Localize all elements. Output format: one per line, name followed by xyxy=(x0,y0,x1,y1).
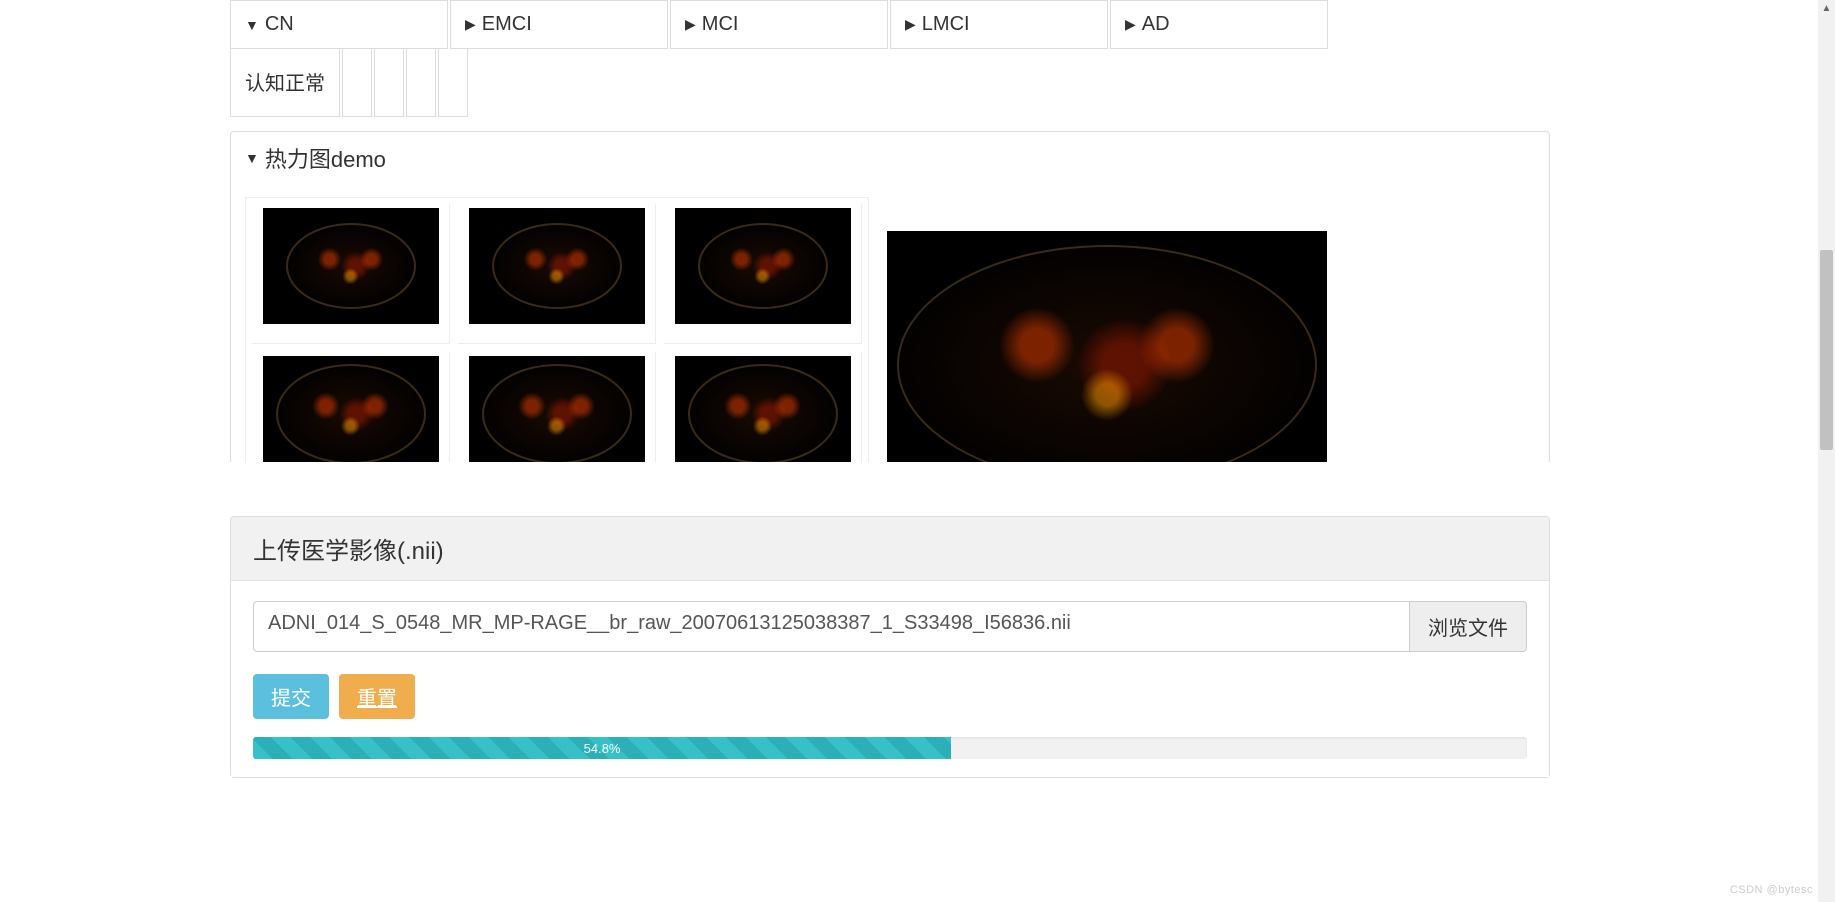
tab-body-emci xyxy=(342,49,372,117)
tab-cn[interactable]: ▼ CN xyxy=(230,0,448,49)
tab-emci[interactable]: ▶ EMCI xyxy=(450,0,668,49)
chevron-right-icon: ▶ xyxy=(1125,16,1136,33)
chevron-right-icon: ▶ xyxy=(685,16,696,33)
heatmap-thumb[interactable] xyxy=(664,352,862,462)
category-tab-bodies: 认知正常 xyxy=(230,49,1550,117)
tab-label: EMCI xyxy=(482,13,532,36)
upload-panel-title: 上传医学影像(.nii) xyxy=(231,517,1549,581)
category-tabs: ▼ CN ▶ EMCI ▶ MCI ▶ LMCI ▶ AD xyxy=(230,0,1550,49)
watermark: CSDN @bytesc xyxy=(1730,884,1813,896)
browse-button[interactable]: 浏览文件 xyxy=(1409,601,1527,652)
heatmap-thumb[interactable] xyxy=(458,204,656,344)
chevron-down-icon: ▼ xyxy=(245,150,259,166)
upload-progress-bar: 54.8% xyxy=(253,737,951,759)
heatmap-thumbnails xyxy=(245,197,869,462)
heatmap-title: 热力图demo xyxy=(265,142,386,174)
tab-body-cn: 认知正常 xyxy=(230,49,340,117)
heatmap-panel: ▼ 热力图demo xyxy=(230,131,1550,462)
tab-mci[interactable]: ▶ MCI xyxy=(670,0,888,49)
heatmap-thumb[interactable] xyxy=(252,204,450,344)
heatmap-thumb[interactable] xyxy=(252,352,450,462)
upload-progress: 54.8% xyxy=(253,737,1527,759)
heatmap-large-preview[interactable] xyxy=(887,231,1327,462)
tab-lmci[interactable]: ▶ LMCI xyxy=(890,0,1108,49)
tab-label: AD xyxy=(1142,13,1170,36)
chevron-right-icon: ▶ xyxy=(905,16,916,33)
tab-ad[interactable]: ▶ AD xyxy=(1110,0,1328,49)
upload-panel: 上传医学影像(.nii) ADNI_014_S_0548_MR_MP-RAGE_… xyxy=(230,516,1550,778)
file-chooser: ADNI_014_S_0548_MR_MP-RAGE__br_raw_20070… xyxy=(253,601,1527,652)
file-input[interactable]: ADNI_014_S_0548_MR_MP-RAGE__br_raw_20070… xyxy=(253,601,1409,652)
scroll-thumb[interactable] xyxy=(1820,250,1833,450)
reset-button[interactable]: 重置 xyxy=(339,674,415,719)
tab-label: LMCI xyxy=(922,13,970,36)
tab-label: MCI xyxy=(702,13,739,36)
tab-body-lmci xyxy=(406,49,436,117)
tab-body-mci xyxy=(374,49,404,117)
heatmap-panel-header[interactable]: ▼ 热力图demo xyxy=(231,132,1549,185)
vertical-scrollbar[interactable]: ▲ xyxy=(1818,0,1835,902)
scroll-up-icon[interactable]: ▲ xyxy=(1818,0,1835,17)
chevron-right-icon: ▶ xyxy=(465,16,476,33)
tab-body-ad xyxy=(438,49,468,117)
chevron-down-icon: ▼ xyxy=(245,17,259,33)
heatmap-thumb[interactable] xyxy=(664,204,862,344)
submit-button[interactable]: 提交 xyxy=(253,674,329,719)
heatmap-thumb[interactable] xyxy=(458,352,656,462)
heatmap-panel-body xyxy=(231,185,1549,462)
tab-label: CN xyxy=(265,13,294,36)
